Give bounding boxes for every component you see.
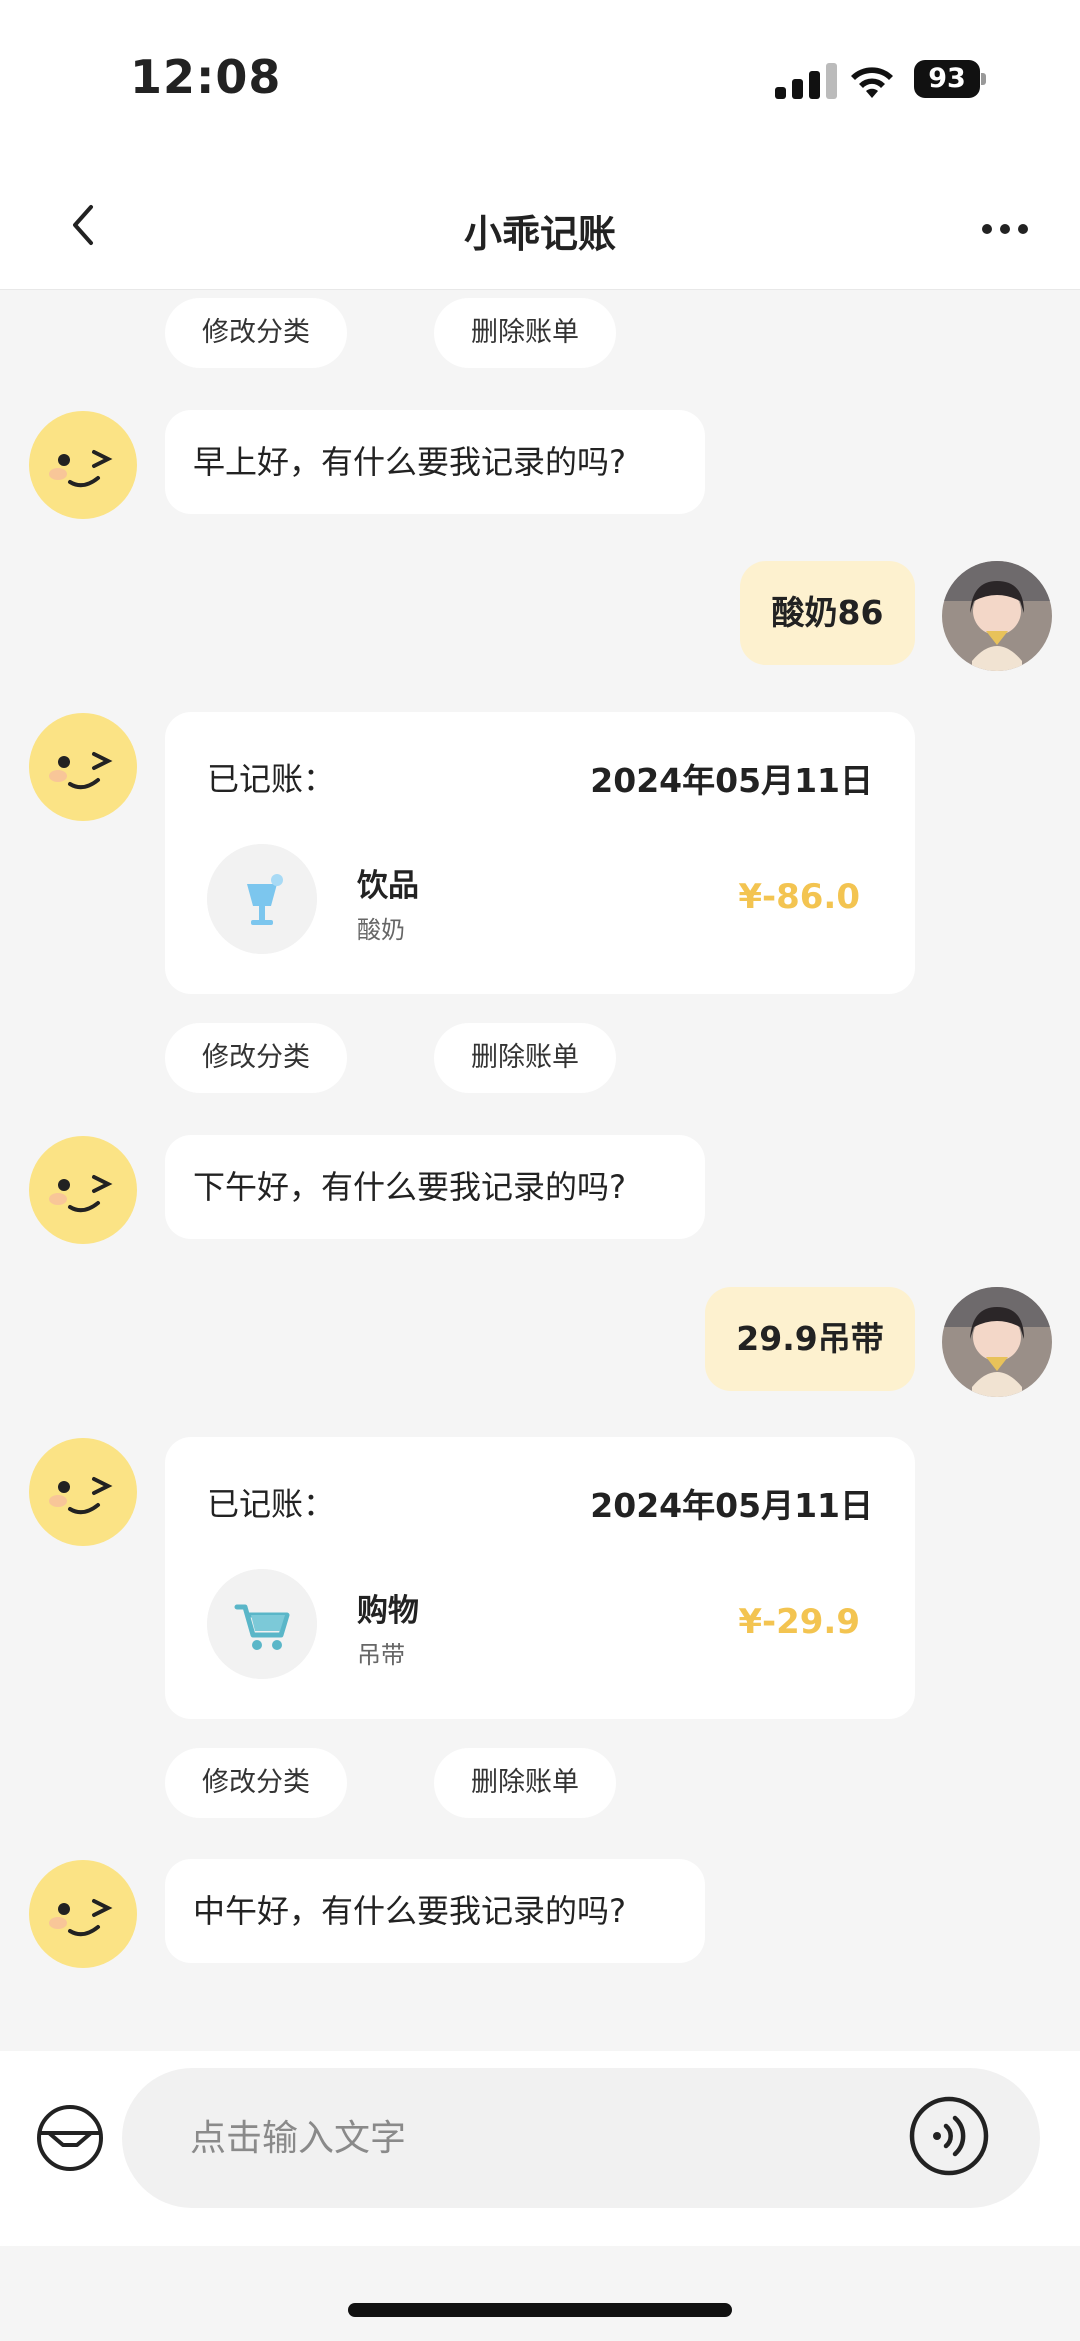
voice-input-icon[interactable] — [908, 2095, 990, 2177]
user-message: 29.9吊带 — [705, 1287, 915, 1391]
input-bar — [0, 2051, 1080, 2246]
delete-bill-button[interactable]: 删除账单 — [434, 1023, 616, 1093]
record-note: 酸奶 — [357, 916, 405, 944]
delete-bill-button[interactable]: 删除账单 — [434, 1748, 616, 1818]
drink-icon — [207, 844, 317, 954]
record-card[interactable]: 已记账： 2024年05月11日 饮品 酸奶 ¥-86.0 — [165, 712, 915, 994]
edit-category-button[interactable]: 修改分类 — [165, 1748, 347, 1818]
record-card[interactable]: 已记账： 2024年05月11日 购物 吊带 ¥-29.9 — [165, 1437, 915, 1719]
bot-avatar-icon — [29, 411, 137, 519]
text-input[interactable] — [122, 2068, 1040, 2208]
bot-message: 下午好，有什么要我记录的吗? — [165, 1135, 705, 1239]
battery-level: 93 — [914, 60, 980, 98]
battery-icon: 93 — [914, 60, 986, 98]
more-icon[interactable] — [970, 205, 1040, 251]
record-label: 已记账： — [207, 1485, 336, 1523]
record-amount: ¥-29.9 — [738, 1602, 860, 1642]
shopping-cart-icon — [207, 1569, 317, 1679]
user-avatar[interactable] — [942, 1287, 1052, 1397]
record-date: 2024年05月11日 — [590, 1486, 873, 1525]
user-message: 酸奶86 — [740, 561, 915, 665]
bot-message: 中午好，有什么要我记录的吗? — [165, 1859, 705, 1963]
record-amount: ¥-86.0 — [738, 877, 860, 917]
record-category: 饮品 — [357, 868, 419, 904]
wallet-icon[interactable] — [35, 2103, 105, 2173]
chat-list[interactable]: 修改分类 删除账单 早上好，有什么要我记录的吗? 酸奶86 已记账： 2024年… — [0, 291, 1080, 2051]
nav-bar: 小乖记账 — [0, 165, 1080, 290]
status-bar: 12:08 93 — [0, 0, 1080, 165]
home-indicator[interactable] — [348, 2303, 732, 2317]
record-note: 吊带 — [357, 1641, 405, 1669]
wifi-icon — [851, 67, 893, 98]
status-time: 12:08 — [130, 50, 282, 104]
user-avatar[interactable] — [942, 561, 1052, 671]
page-title: 小乖记账 — [463, 212, 616, 256]
bottom-safe-area — [0, 2246, 1080, 2341]
bot-avatar-icon — [29, 1438, 137, 1546]
edit-category-button[interactable]: 修改分类 — [165, 1023, 347, 1093]
bot-message: 早上好，有什么要我记录的吗? — [165, 410, 705, 514]
bot-avatar-icon — [29, 1860, 137, 1968]
edit-category-button[interactable]: 修改分类 — [165, 298, 347, 368]
cellular-signal-icon — [775, 63, 839, 99]
record-label: 已记账： — [207, 760, 336, 798]
record-date: 2024年05月11日 — [590, 761, 873, 800]
bot-avatar-icon — [29, 713, 137, 821]
delete-bill-button[interactable]: 删除账单 — [434, 298, 616, 368]
bot-avatar-icon — [29, 1136, 137, 1244]
record-category: 购物 — [357, 1593, 419, 1629]
